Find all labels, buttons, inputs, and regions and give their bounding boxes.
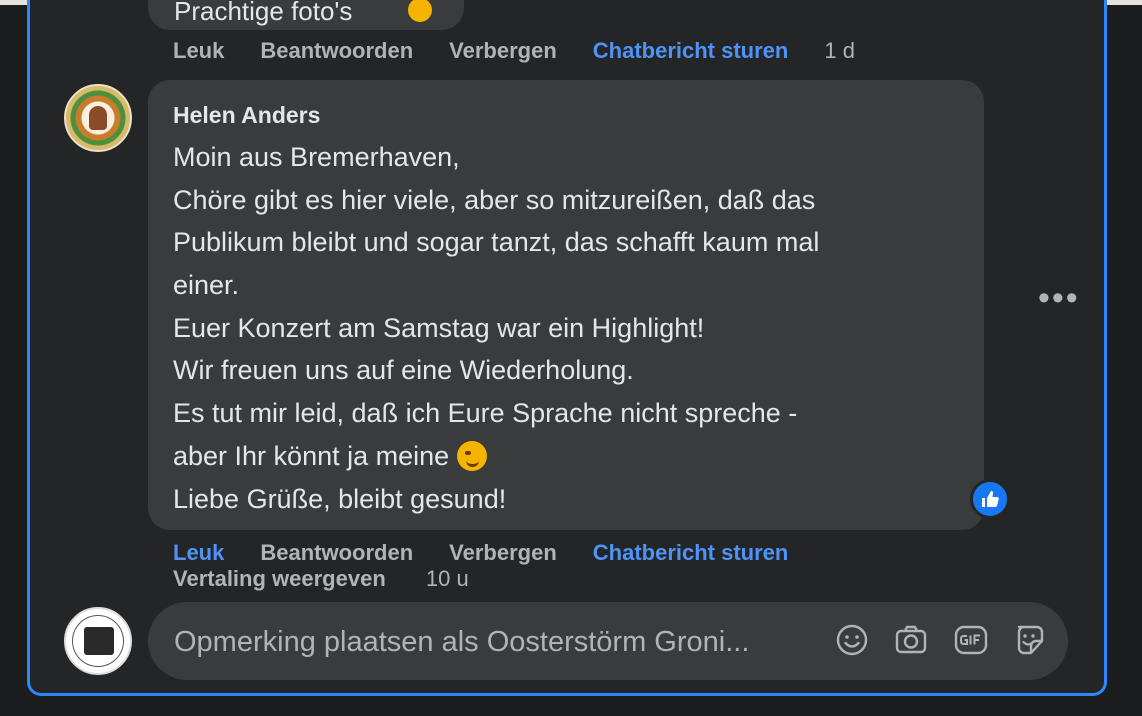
comment-line: aber Ihr könnt ja meine	[173, 440, 450, 471]
emoji-icon	[408, 0, 432, 22]
comment-line: Liebe Grüße, bleibt gesund!	[173, 483, 507, 514]
page-avatar[interactable]	[64, 607, 132, 675]
like-link[interactable]: Leuk	[173, 540, 224, 566]
hide-link[interactable]: Verbergen	[449, 38, 557, 64]
camera-icon[interactable]	[893, 622, 929, 658]
send-message-link[interactable]: Chatbericht sturen	[593, 38, 789, 64]
comment-line: Euer Konzert am Samstag war ein Highligh…	[173, 312, 705, 343]
gif-icon[interactable]	[953, 622, 989, 658]
comment-timestamp[interactable]: 10 u	[426, 566, 469, 591]
comment-input[interactable]	[172, 622, 816, 662]
emoji-icon[interactable]	[834, 622, 870, 658]
previous-comment-actions: Leuk Beantwoorden Verbergen Chatbericht …	[173, 38, 891, 64]
comment-body: Moin aus Bremerhaven, Chöre gibt es hier…	[173, 136, 819, 520]
comment-line-with-emoji: aber Ihr könnt ja meine	[173, 435, 819, 478]
comment-line: Moin aus Bremerhaven,	[173, 142, 460, 172]
comment-line: einer.	[173, 270, 240, 301]
hide-link[interactable]: Verbergen	[449, 540, 557, 566]
comment-line: Es tut mir leid, daß ich Eure Sprache ni…	[173, 398, 798, 429]
reply-link[interactable]: Beantwoorden	[260, 540, 413, 566]
comment-timestamp[interactable]: 1 d	[824, 38, 855, 64]
thumbs-up-icon[interactable]	[970, 479, 1010, 519]
comment-secondary-actions: Vertaling weergeven 10 u	[173, 566, 469, 592]
avatar[interactable]	[64, 84, 132, 152]
previous-comment-bubble: Prachtige foto's	[148, 0, 464, 30]
comment-line: Publikum bleibt und sogar tanzt, das sch…	[173, 227, 820, 258]
send-message-link[interactable]: Chatbericht sturen	[593, 540, 789, 566]
comment-line: Chöre gibt es hier viele, aber so mitzur…	[173, 184, 816, 215]
comment-composer	[148, 602, 1068, 680]
like-link[interactable]: Leuk	[173, 38, 224, 64]
comment-author[interactable]: Helen Anders	[173, 102, 320, 129]
avatar-figure	[89, 106, 107, 130]
comment-actions: Leuk Beantwoorden Verbergen Chatbericht …	[173, 540, 824, 566]
more-options-button[interactable]: •••	[1038, 281, 1080, 315]
avatar-emblem	[84, 627, 114, 655]
sticker-icon[interactable]	[1012, 622, 1048, 658]
comment-line: Wir freuen uns auf eine Wiederholung.	[173, 355, 634, 386]
translate-link[interactable]: Vertaling weergeven	[173, 566, 386, 591]
wink-emoji-icon	[457, 440, 488, 471]
comment-bubble: Helen Anders Moin aus Bremerhaven, Chöre…	[148, 80, 984, 530]
reply-link[interactable]: Beantwoorden	[260, 38, 413, 64]
previous-comment-text: Prachtige foto's	[174, 0, 353, 26]
